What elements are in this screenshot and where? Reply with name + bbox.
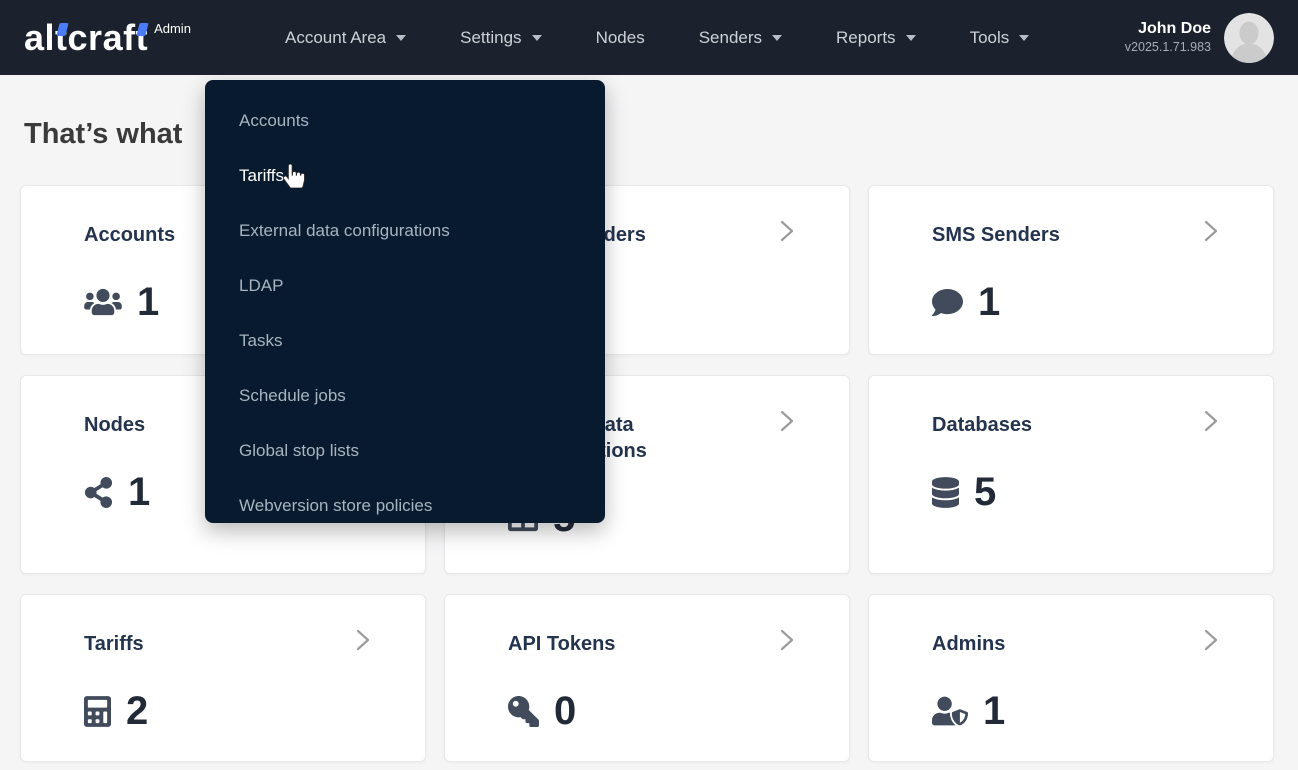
- top-navbar: altcraft Admin Account Area Settings Nod…: [0, 0, 1298, 75]
- chevron-down-icon: [532, 35, 542, 41]
- user-name: John Doe: [1125, 19, 1211, 39]
- card-title: Tariffs: [84, 631, 385, 657]
- chevron-down-icon: [906, 35, 916, 41]
- altcraft-logo[interactable]: altcraft Admin: [24, 13, 236, 63]
- card-count: 2: [126, 691, 148, 731]
- chevron-down-icon: [772, 35, 782, 41]
- app-version: v2025.1.71.983: [1125, 39, 1211, 56]
- brand-admin-label: Admin: [154, 21, 191, 36]
- avatar-placeholder-icon: [1224, 13, 1274, 63]
- account-area-dropdown-menu: Accounts Tariffs External data configura…: [205, 80, 605, 523]
- chevron-right-icon: [1201, 406, 1221, 441]
- chevron-down-icon: [396, 35, 406, 41]
- hand-cursor-icon: [283, 164, 305, 188]
- nav-item-settings[interactable]: Settings: [433, 0, 568, 75]
- comment-icon: [932, 287, 963, 318]
- menu-item-webversion-store-policies[interactable]: Webversion store policies: [205, 478, 605, 533]
- menu-item-tasks[interactable]: Tasks: [205, 313, 605, 368]
- card-admins[interactable]: Admins 1: [868, 594, 1274, 762]
- card-tariffs[interactable]: Tariffs 2: [20, 594, 426, 762]
- card-sms-senders[interactable]: SMS Senders 1: [868, 185, 1274, 355]
- card-title: Databases: [932, 412, 1233, 438]
- chevron-right-icon: [777, 216, 797, 251]
- calculator-icon: [84, 696, 111, 727]
- chevron-right-icon: [1201, 216, 1221, 251]
- chevron-right-icon: [777, 625, 797, 660]
- user-block: John Doe v2025.1.71.983: [1125, 13, 1274, 63]
- card-count: 5: [974, 472, 996, 512]
- menu-item-external-data-configurations[interactable]: External data configurations: [205, 203, 605, 258]
- menu-item-accounts[interactable]: Accounts: [205, 93, 605, 148]
- dashboard-cards-grid: Accounts 1 Email Senders SMS Senders: [0, 185, 1298, 762]
- admin-shield-icon: [932, 696, 968, 726]
- key-icon: [508, 696, 539, 727]
- main-nav: Account Area Settings Nodes Senders Repo…: [258, 0, 1056, 75]
- card-title: Admins: [932, 631, 1233, 657]
- card-title: API Tokens: [508, 631, 809, 657]
- chevron-down-icon: [1019, 35, 1029, 41]
- card-count: 1: [128, 472, 150, 512]
- menu-item-tariffs[interactable]: Tariffs: [205, 148, 605, 203]
- users-icon: [84, 287, 122, 317]
- nav-item-senders[interactable]: Senders: [672, 0, 809, 75]
- nav-item-tools[interactable]: Tools: [943, 0, 1057, 75]
- nav-item-reports[interactable]: Reports: [809, 0, 943, 75]
- user-avatar[interactable]: [1224, 13, 1274, 63]
- nav-item-nodes[interactable]: Nodes: [569, 0, 672, 75]
- chevron-right-icon: [1201, 625, 1221, 660]
- chevron-right-icon: [777, 406, 797, 441]
- card-title: SMS Senders: [932, 222, 1233, 248]
- menu-item-global-stop-lists[interactable]: Global stop lists: [205, 423, 605, 478]
- card-count: 1: [983, 691, 1005, 731]
- menu-item-ldap[interactable]: LDAP: [205, 258, 605, 313]
- card-count: 0: [554, 691, 576, 731]
- page-title: That’s what: [24, 118, 182, 151]
- share-icon: [84, 477, 113, 508]
- card-count: 1: [978, 282, 1000, 322]
- card-api-tokens[interactable]: API Tokens 0: [444, 594, 850, 762]
- card-count: 1: [137, 282, 159, 322]
- menu-item-schedule-jobs[interactable]: Schedule jobs: [205, 368, 605, 423]
- brand-wordmark: altcraft: [24, 13, 148, 63]
- card-databases[interactable]: Databases 5: [868, 375, 1274, 574]
- chevron-right-icon: [353, 625, 373, 660]
- nav-item-account-area[interactable]: Account Area: [258, 0, 433, 75]
- database-icon: [932, 477, 959, 508]
